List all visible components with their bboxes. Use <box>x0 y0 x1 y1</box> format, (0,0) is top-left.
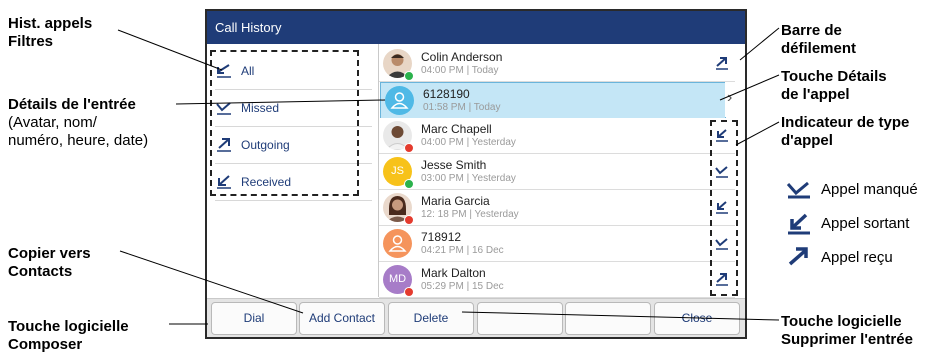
legend-label: Appel manqué <box>821 181 918 198</box>
presence-dot <box>404 179 414 189</box>
filters-highlight <box>210 50 359 196</box>
call-entry[interactable]: 718912 04:21 PM | 16 Dec <box>379 226 735 262</box>
call-list: Colin Anderson 04:00 PM | Today 6128190 … <box>379 44 741 298</box>
screen-title: Call History <box>215 20 282 35</box>
call-entry[interactable]: Colin Anderson 04:00 PM | Today <box>379 46 735 82</box>
annotation-copy-contacts: Copier vers Contacts <box>8 245 91 280</box>
annotation-call-type-indicator: Indicateur de type d'appel <box>781 114 910 149</box>
outgoing-call-icon <box>786 212 812 236</box>
delete-softkey[interactable]: Delete <box>388 302 474 335</box>
presence-dot <box>404 71 414 81</box>
presence-dot <box>404 287 414 297</box>
add-contact-softkey[interactable]: Add Contact <box>299 302 385 335</box>
annotation-dial-softkey: Touche logicielle Composer <box>8 318 129 353</box>
annotation-delete-softkey: Touche logicielle Supprimer l'entrée <box>781 313 913 348</box>
empty-softkey[interactable] <box>565 302 651 335</box>
entry-name: Mark Dalton <box>421 266 486 280</box>
entry-time: 04:00 PM | Yesterday <box>421 137 516 148</box>
legend-label: Appel sortant <box>821 215 910 232</box>
entry-time: 03:00 PM | Yesterday <box>421 173 516 184</box>
entry-name: 6128190 <box>423 87 470 101</box>
chevron-right-icon: › <box>727 89 733 106</box>
missed-call-icon <box>786 179 812 201</box>
entry-name: Colin Anderson <box>421 50 503 64</box>
call-entry[interactable]: JS Jesse Smith 03:00 PM | Yesterday <box>379 154 735 190</box>
entry-time: 04:21 PM | 16 Dec <box>421 245 504 256</box>
softkey-bar: Dial Add Contact Delete Close <box>207 298 745 337</box>
call-entry[interactable]: Maria Garcia 12: 18 PM | Yesterday <box>379 190 735 226</box>
avatar <box>383 229 412 258</box>
call-entry[interactable]: Marc Chapell 04:00 PM | Yesterday <box>379 118 735 154</box>
details-key[interactable]: › <box>725 82 741 117</box>
call-entry-selected[interactable]: 6128190 01:58 PM | Today <box>380 82 726 119</box>
legend-label: Appel reçu <box>821 249 893 266</box>
received-call-icon <box>786 246 812 270</box>
entry-name: Jesse Smith <box>421 158 487 172</box>
annotation-history-filters: Hist. appels Filtres <box>8 15 93 50</box>
entry-time: 05:29 PM | 15 Dec <box>421 281 504 292</box>
annotation-details-key: Touche Détails de l'appel <box>781 68 887 103</box>
empty-softkey[interactable] <box>477 302 563 335</box>
close-softkey[interactable]: Close <box>654 302 740 335</box>
avatar <box>385 86 414 115</box>
annotation-scrollbar: Barre de défilement <box>781 22 857 57</box>
entry-name: Maria Garcia <box>421 194 490 208</box>
entry-name: Marc Chapell <box>421 122 492 136</box>
entry-time: 01:58 PM | Today <box>423 102 501 113</box>
dial-softkey[interactable]: Dial <box>211 302 297 335</box>
entry-time: 12: 18 PM | Yesterday <box>421 209 519 220</box>
entry-name: 718912 <box>421 230 462 244</box>
call-entry[interactable]: MD Mark Dalton 05:29 PM | 15 Dec <box>379 262 735 298</box>
outgoing-call-icon <box>715 56 729 70</box>
presence-dot <box>404 215 414 225</box>
call-type-highlight <box>710 120 738 296</box>
annotation-entry-details: Détails de l'entrée (Avatar, nom/ numéro… <box>8 96 149 149</box>
presence-dot <box>404 143 414 153</box>
title-bar: Call History <box>207 11 745 44</box>
entry-time: 04:00 PM | Today <box>421 65 499 76</box>
